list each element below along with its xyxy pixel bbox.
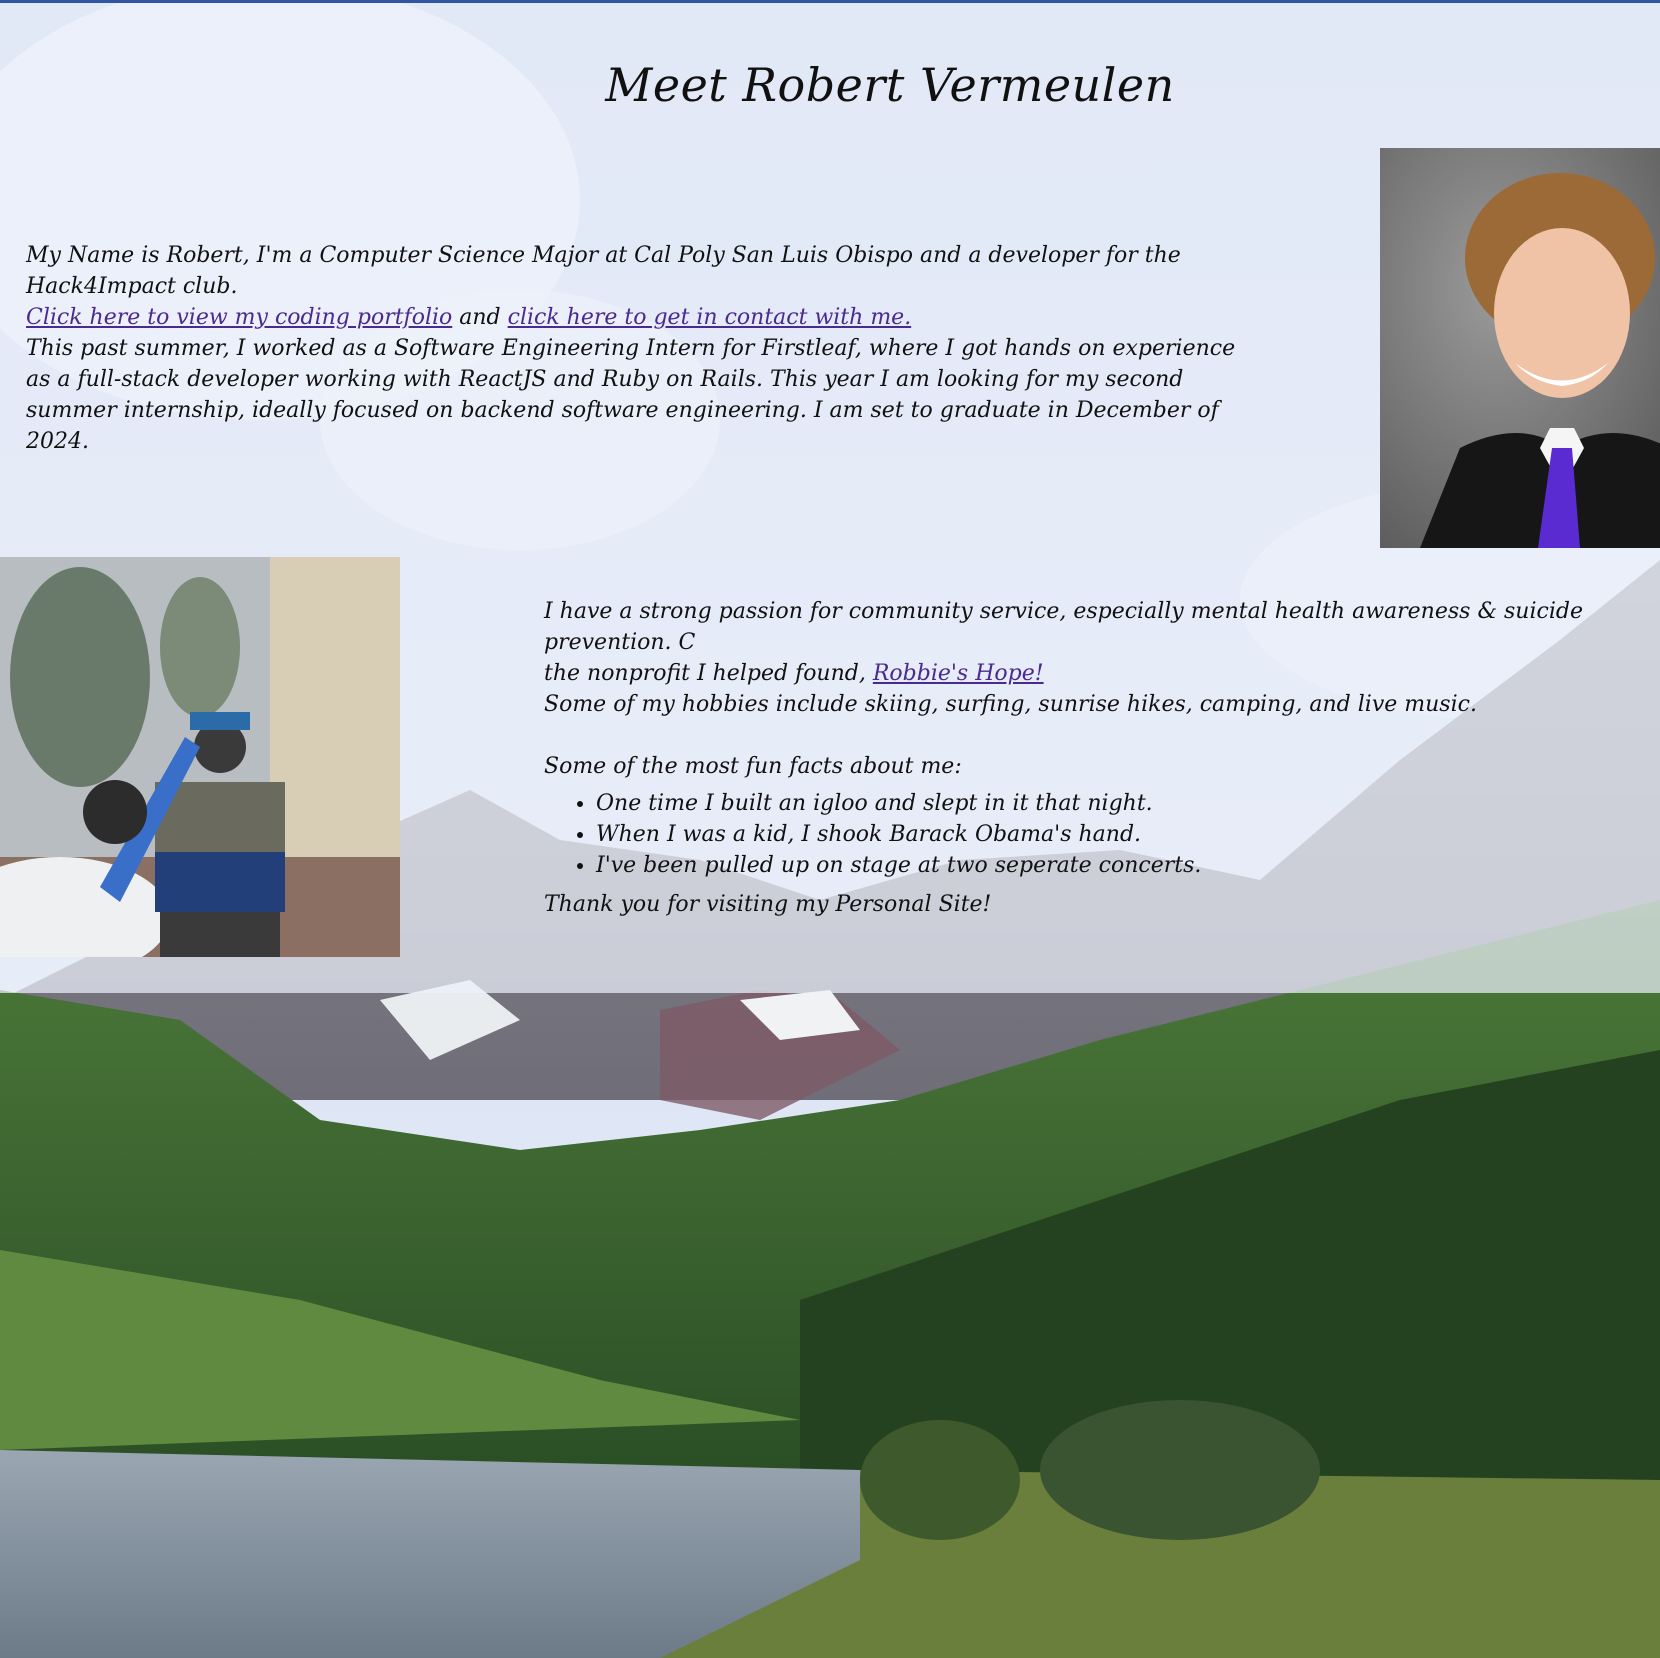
list-item: One time I built an igloo and slept in i… [596,788,1660,819]
internship-text: This past summer, I worked as a Software… [26,336,1236,454]
passion-text: I have a strong passion for community se… [544,596,1660,689]
fun-facts-list: One time I built an igloo and slept in i… [544,788,1660,881]
passion-line-1: I have a strong passion for community se… [544,599,1583,655]
about-section: I have a strong passion for community se… [544,596,1660,920]
links-line: Click here to view my coding portfolio a… [26,302,1246,333]
passion-line-2: the nonprofit I helped found, [544,661,873,686]
contact-link[interactable]: click here to get in contact with me. [508,305,912,330]
nonprofit-link[interactable]: Robbie's Hope! [873,661,1044,686]
page-title: Meet Robert Vermeulen [605,58,1175,112]
list-item: When I was a kid, I shook Barack Obama's… [596,819,1660,850]
thanks-text: Thank you for visiting my Personal Site! [544,892,992,917]
intro-text: My Name is Robert, I'm a Computer Scienc… [26,243,1181,299]
skiing-photo [0,557,400,957]
top-accent-bar [0,0,1660,3]
intro-section: My Name is Robert, I'm a Computer Scienc… [26,240,1246,457]
and-text: and [452,305,508,330]
hobbies-text: Some of my hobbies include skiing, surfi… [544,692,1477,717]
fun-facts-heading: Some of the most fun facts about me: [544,754,962,779]
main-content: Meet Robert Vermeulen My Name is Robert,… [0,0,1660,1000]
portfolio-link[interactable]: Click here to view my coding portfolio [26,305,452,330]
headshot-photo [1380,148,1660,548]
list-item: I've been pulled up on stage at two sepe… [596,850,1660,881]
